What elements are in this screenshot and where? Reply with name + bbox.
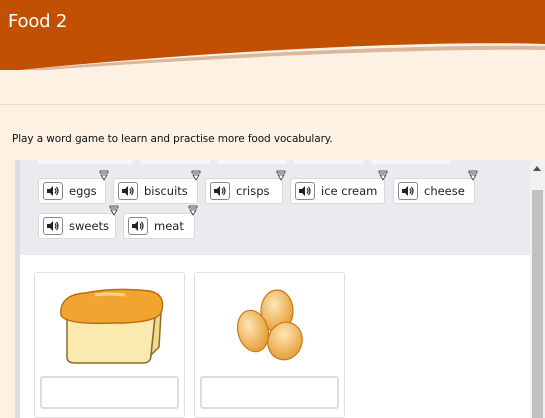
word-game: eggs biscuits crisps ice cream cheese sw… — [15, 160, 530, 418]
word-chip-meat[interactable]: meat — [123, 205, 198, 239]
word-label: eggs — [69, 184, 97, 198]
scroll-up-arrow-icon[interactable] — [533, 166, 541, 171]
word-chip-sweets[interactable]: sweets — [38, 205, 119, 239]
picture-card-eggs — [194, 272, 345, 418]
page-title: Food 2 — [8, 11, 68, 32]
word-label: crisps — [236, 184, 270, 198]
word-chip-ice-cream[interactable]: ice cream — [290, 170, 388, 204]
ghost-chip — [371, 160, 451, 164]
drag-handle-icon[interactable] — [276, 170, 286, 182]
picture-card-bread — [34, 272, 185, 418]
speaker-icon[interactable] — [43, 182, 63, 200]
drag-handle-icon[interactable] — [188, 205, 198, 217]
eggs-icon — [236, 289, 303, 361]
answer-slot[interactable] — [200, 376, 339, 409]
speaker-icon[interactable] — [210, 182, 230, 200]
intro-text: Play a word game to learn and practise m… — [12, 133, 333, 145]
speaker-icon[interactable] — [295, 182, 315, 200]
word-chip-biscuits[interactable]: biscuits — [113, 170, 201, 204]
word-label: biscuits — [144, 184, 188, 198]
word-chip-crisps[interactable]: crisps — [205, 170, 286, 204]
word-label: cheese — [424, 184, 465, 198]
page-header: Food 2 — [0, 0, 545, 70]
speaker-icon[interactable] — [398, 182, 418, 200]
speaker-icon[interactable] — [118, 182, 138, 200]
word-bank: eggs biscuits crisps ice cream cheese sw… — [20, 160, 530, 255]
word-label: meat — [154, 219, 184, 233]
speaker-icon[interactable] — [128, 217, 148, 235]
drag-handle-icon[interactable] — [109, 205, 119, 217]
drag-handle-icon[interactable] — [191, 170, 201, 182]
ghost-chip — [217, 160, 287, 164]
drag-handle-icon[interactable] — [378, 170, 388, 182]
answer-slot[interactable] — [40, 376, 179, 409]
word-chip-eggs[interactable]: eggs — [38, 170, 109, 204]
speaker-icon[interactable] — [43, 217, 63, 235]
word-label: sweets — [69, 219, 110, 233]
ghost-chip — [140, 160, 210, 164]
scrollbar-thumb[interactable] — [532, 190, 543, 418]
bread-loaf-icon — [60, 288, 164, 364]
drag-handle-icon[interactable] — [468, 170, 478, 182]
word-label: ice cream — [321, 184, 378, 198]
word-chip-cheese[interactable]: cheese — [393, 170, 478, 204]
ghost-chip — [294, 160, 364, 164]
divider — [0, 104, 545, 105]
ghost-chip — [38, 160, 133, 164]
drag-handle-icon[interactable] — [99, 170, 109, 182]
header-banner — [0, 0, 545, 70]
scrollbar[interactable] — [530, 160, 545, 418]
